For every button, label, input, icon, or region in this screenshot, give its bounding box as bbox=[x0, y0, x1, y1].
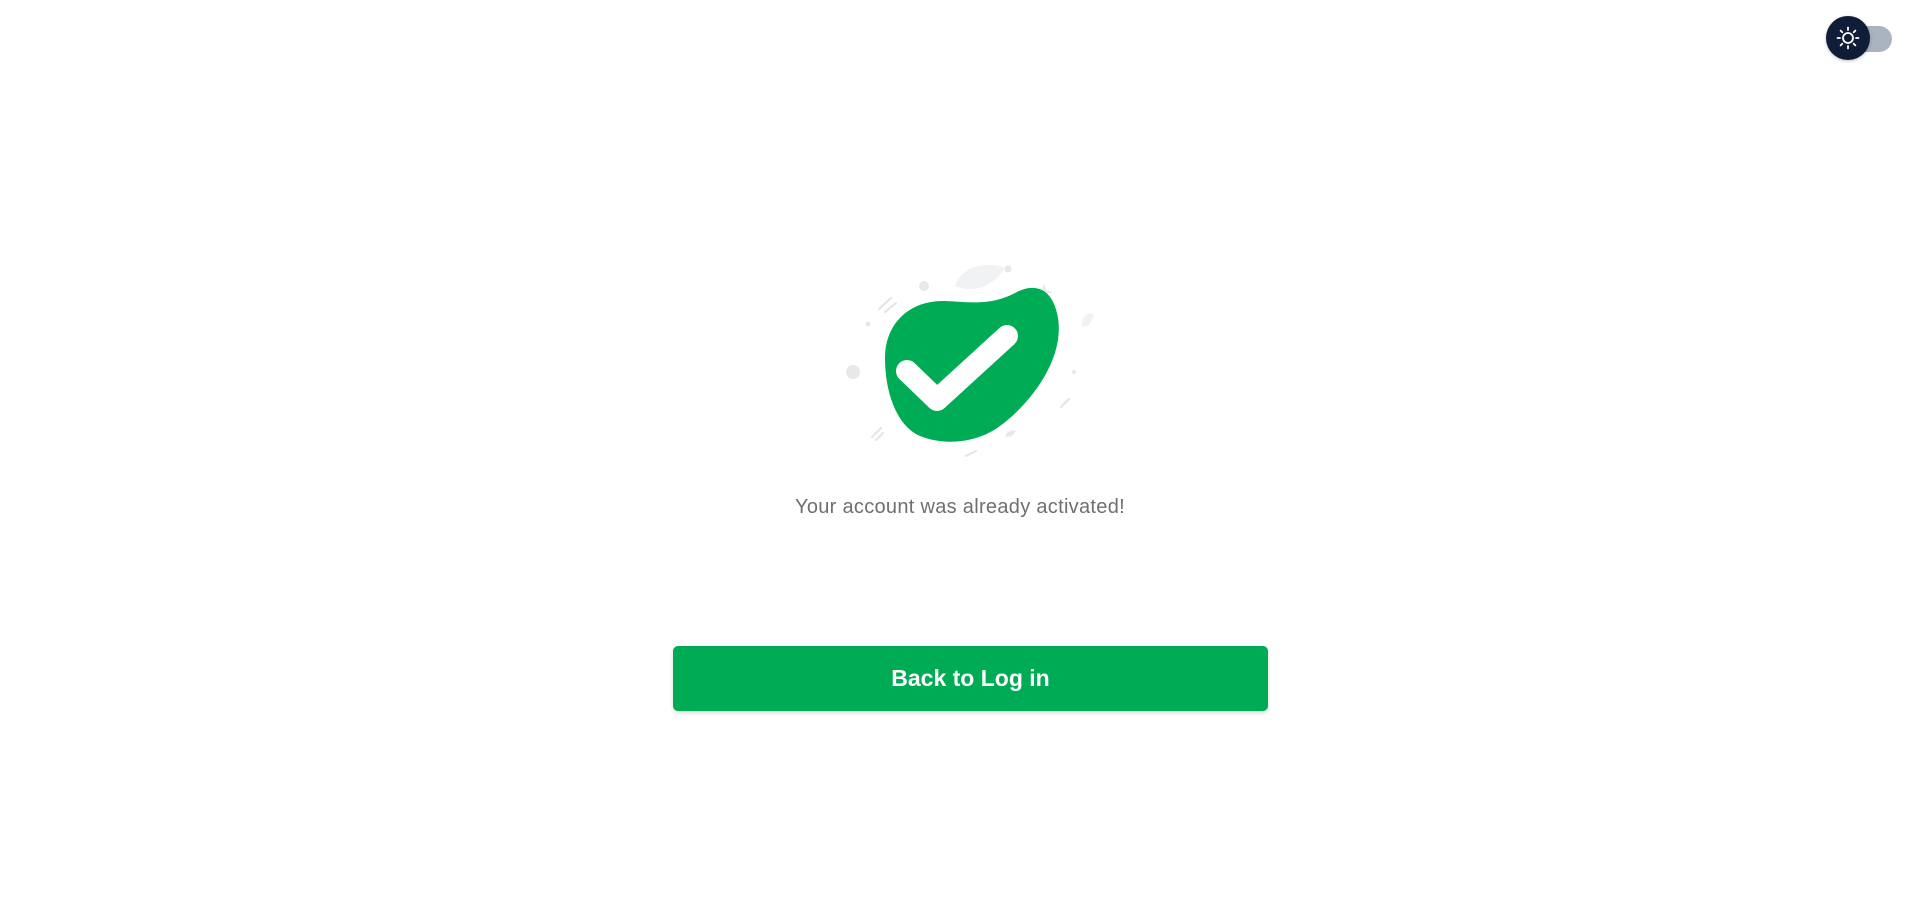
back-to-login-button[interactable]: Back to Log in bbox=[673, 646, 1268, 711]
success-illustration bbox=[846, 264, 1094, 457]
status-message: Your account was already activated! bbox=[795, 496, 1125, 518]
activation-page: Your account was already activated! Back… bbox=[0, 0, 1920, 914]
sun-icon bbox=[1836, 26, 1860, 50]
theme-toggle-knob[interactable] bbox=[1826, 16, 1870, 60]
theme-toggle[interactable] bbox=[1826, 16, 1894, 62]
